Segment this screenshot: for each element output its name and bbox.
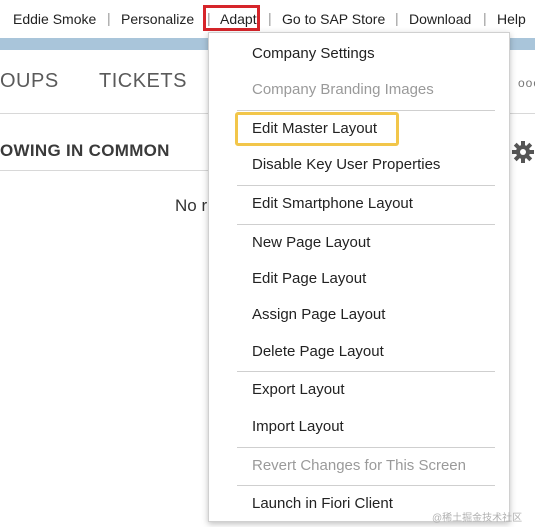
help-link[interactable]: Help <box>497 11 526 27</box>
empty-state-text: No r <box>175 196 208 215</box>
menu-item-company-branding-images: Company Branding Images <box>252 81 434 98</box>
menu-divider <box>237 185 495 186</box>
tab-tickets[interactable]: TICKETS <box>99 70 187 92</box>
menu-item-edit-master-layout[interactable]: Edit Master Layout <box>252 120 377 138</box>
menu-item-launch-fiori-client[interactable]: Launch in Fiori Client <box>252 495 393 513</box>
adapt-highlight-outline <box>203 5 260 31</box>
download-link[interactable]: Download <box>409 11 471 27</box>
menu-item-edit-page-layout[interactable]: Edit Page Layout <box>252 270 366 288</box>
menu-item-company-settings[interactable]: Company Settings <box>252 45 375 63</box>
menu-item-disable-key-user-properties[interactable]: Disable Key User Properties <box>252 156 440 174</box>
menu-divider <box>237 371 495 372</box>
more-tabs-icon[interactable]: ooo <box>518 76 535 90</box>
menu-item-revert-changes: Revert Changes for This Screen <box>252 457 466 474</box>
menu-divider <box>237 110 495 111</box>
separator: | <box>483 10 487 26</box>
divider <box>0 170 208 171</box>
gear-icon[interactable] <box>511 140 535 164</box>
separator: | <box>268 10 272 26</box>
user-menu-link[interactable]: Eddie Smoke <box>13 11 96 27</box>
tab-groups[interactable]: OUPS <box>0 70 59 92</box>
menu-item-import-layout[interactable]: Import Layout <box>252 418 344 436</box>
section-title: OWING IN COMMON <box>0 141 170 160</box>
menu-divider <box>237 224 495 225</box>
separator: | <box>395 10 399 26</box>
menu-divider <box>237 485 495 486</box>
separator: | <box>107 10 111 26</box>
menu-item-edit-smartphone-layout[interactable]: Edit Smartphone Layout <box>252 195 413 213</box>
sap-store-link[interactable]: Go to SAP Store <box>282 11 385 27</box>
menu-divider <box>237 447 495 448</box>
menu-item-new-page-layout[interactable]: New Page Layout <box>252 234 370 252</box>
sap-screen: Eddie Smoke | Personalize | Adapt | Go t… <box>0 0 535 527</box>
adapt-dropdown-menu: Company Settings Company Branding Images… <box>208 32 510 522</box>
watermark-text: @稀土掘金技术社区 <box>432 513 523 524</box>
personalize-link[interactable]: Personalize <box>121 11 194 27</box>
menu-item-export-layout[interactable]: Export Layout <box>252 381 345 399</box>
menu-item-assign-page-layout[interactable]: Assign Page Layout <box>252 306 385 324</box>
menu-item-delete-page-layout[interactable]: Delete Page Layout <box>252 343 384 361</box>
